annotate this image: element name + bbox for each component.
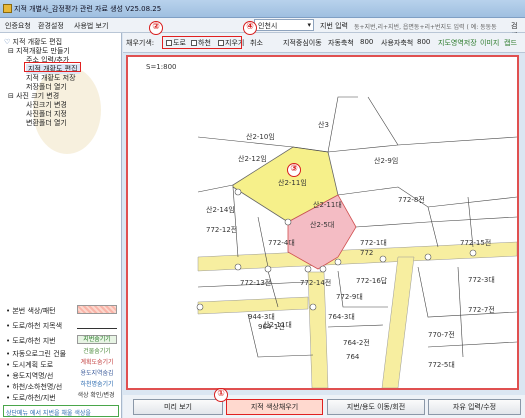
road-band-vertical bbox=[307, 271, 329, 389]
map-scale-label: S=1:800 bbox=[146, 63, 176, 71]
swatch-road-lot[interactable]: 지번숨기기 bbox=[77, 335, 117, 344]
legend-zoning: • 용도지역명/선 bbox=[6, 372, 54, 380]
image-button[interactable]: 이미지 bbox=[480, 38, 499, 48]
fill-color-label: 채우기색: bbox=[126, 39, 155, 47]
chevron-down-icon: ▾ bbox=[307, 21, 311, 29]
region-select-value: 인천시 bbox=[258, 22, 278, 30]
parcel-label: 764 bbox=[346, 353, 360, 361]
legend-plan-road: • 도시계획 도로 bbox=[6, 361, 54, 369]
parcel-label: 764-3대 bbox=[328, 313, 355, 321]
parcel-label: 772-14전 bbox=[300, 278, 331, 287]
tree-convert-folder[interactable]: 변환폴더 열기 bbox=[26, 118, 67, 128]
preview-button[interactable]: 미리 보기 bbox=[133, 399, 223, 415]
swatch-zoning[interactable]: 용도지역숨김 bbox=[77, 370, 117, 379]
legend-road-color: • 도로/하천 지목색 bbox=[6, 322, 63, 330]
menu-bar: 인증요청 환경설정 사용법 보기 인천시 ▾ 지번 입력 동+지번,리+지번, … bbox=[0, 18, 525, 40]
user-scale-value[interactable]: 800 bbox=[417, 38, 430, 46]
annotation-2: ② bbox=[149, 21, 163, 35]
parcel-label: 944-3대 bbox=[248, 313, 275, 321]
menu-auth[interactable]: 인증요청 bbox=[5, 21, 31, 31]
sidebar: ♡ 지적 개황도 편집 ⊟ 지적개황도 만들기 주소 입력/추가 지적 개황도 … bbox=[0, 33, 122, 418]
window-title: 지적 개별사_감정평가 관련 자료 생성 V25.08.25 bbox=[14, 5, 162, 13]
parcel-label: 772-3대 bbox=[468, 276, 495, 284]
capture-button[interactable]: 캡드 bbox=[504, 38, 517, 48]
parcel-label: 772-15전 bbox=[460, 238, 491, 247]
parcel-label: 772-4대 bbox=[268, 239, 295, 247]
parcel-label: 770-7전 bbox=[428, 330, 455, 339]
parcel-label: 772-5대 bbox=[428, 361, 455, 369]
swatch-plan-road[interactable]: 계획도숨기기 bbox=[77, 359, 117, 368]
parcel-label: 산2-12임 bbox=[238, 154, 267, 163]
parcel-label: 산2-5대 bbox=[310, 220, 334, 229]
checks-highlight-box bbox=[162, 36, 242, 49]
menu-settings[interactable]: 환경설정 bbox=[38, 21, 64, 31]
parcel-label: 772-12전 bbox=[206, 225, 237, 234]
cadastral-map[interactable]: S=1:800 산3 산2-10임 산2-11임 산2-9임 산2-12임 산2… bbox=[128, 57, 518, 389]
parcel-label: 산2-11대 bbox=[313, 200, 342, 209]
annotation-4: ④ bbox=[243, 21, 257, 35]
parcel-label: 772-13전 bbox=[240, 278, 271, 287]
legend-road-lot: • 도로/하천 지번 bbox=[6, 337, 56, 345]
annotation-1: ① bbox=[214, 388, 228, 402]
fill-color-button[interactable]: 지적 색상채우기 bbox=[226, 399, 323, 415]
cancel-button[interactable]: 취소 bbox=[250, 38, 263, 48]
user-scale-label: 사용자축척 bbox=[381, 39, 414, 47]
parcel-label: 산2-14임 bbox=[206, 205, 235, 214]
swatch-main-color[interactable] bbox=[77, 305, 117, 314]
edit-toolbar: 채우기색: 도로 하천 지우기 취소 지적중심이동 자동축척 800 사용자축척… bbox=[123, 33, 525, 53]
swatch-river[interactable]: 하천명숨기기 bbox=[77, 381, 117, 390]
region-select[interactable]: 인천시 ▾ bbox=[254, 19, 314, 31]
center-move-button[interactable]: 지적중심이동 bbox=[283, 38, 322, 48]
hint-text: 상단메뉴 에서 지번을 채울 색상을 bbox=[3, 405, 119, 417]
annotation-3: ③ bbox=[287, 163, 301, 177]
bottom-bar: 미리 보기 지적 색상채우기 지번/용도 이동/회전 자유 입력/수정 bbox=[123, 395, 525, 418]
parcel-label: 산2-9임 bbox=[374, 156, 398, 165]
swatch-road-color[interactable] bbox=[77, 320, 117, 329]
parcel-label: 산2-11대 bbox=[263, 320, 292, 329]
parcel-label: 764-2전 bbox=[343, 338, 370, 347]
address-label: 지번 입력 bbox=[320, 22, 348, 30]
parcel-label: 산2-11임 bbox=[278, 178, 307, 187]
parcel-label: 772-9대 bbox=[336, 293, 363, 301]
map-canvas[interactable]: S=1:800 산3 산2-10임 산2-11임 산2-9임 산2-12임 산2… bbox=[126, 55, 519, 390]
menu-help[interactable]: 사용법 보기 bbox=[74, 21, 108, 31]
color-confirm-button[interactable]: 색상 확인/변경 bbox=[74, 392, 118, 401]
zone-save-button[interactable]: 지도영역저장 bbox=[438, 38, 477, 48]
app-icon bbox=[3, 4, 12, 13]
address-input[interactable]: 동+지번,리+지번, 읍면동+리+번지도 입력 ( 예: 동동동 bbox=[354, 22, 509, 31]
road-band-lower bbox=[197, 296, 309, 315]
highlight-box bbox=[24, 62, 81, 72]
parcel-label: 772 bbox=[360, 249, 373, 257]
legend-road-river-lot: • 도로/하천/지번 bbox=[6, 394, 56, 402]
title-bar: 지적 개별사_감정평가 관련 자료 생성 V25.08.25 bbox=[0, 0, 525, 18]
legend-river: • 하천/소하천명/선 bbox=[6, 383, 63, 391]
parcel-label: 772-7전 bbox=[468, 305, 495, 314]
parcel-label: 산3 bbox=[318, 120, 329, 129]
parcel-label: 산2-10임 bbox=[246, 132, 275, 141]
auto-scale-label: 자동축척 bbox=[328, 39, 354, 47]
swatch-building[interactable]: 건물숨기기 bbox=[77, 348, 117, 357]
tree-label: 지적개황도 만들기 bbox=[16, 47, 70, 55]
auto-scale-value[interactable]: 800 bbox=[360, 38, 373, 46]
tree-label: 사진 크기 변경 bbox=[16, 92, 60, 100]
legend-main-color: • 본번 색상/패턴 bbox=[6, 307, 56, 315]
tree-label: 지적 개황도 편집 bbox=[12, 38, 63, 46]
heart-icon: ♡ bbox=[4, 38, 11, 46]
parcel-label: 772-1대 bbox=[360, 239, 387, 247]
move-rotate-button[interactable]: 지번/용도 이동/회전 bbox=[327, 399, 425, 415]
legend-building: • 자동으로그린 건물 bbox=[6, 350, 67, 358]
parcel-label: 772-8전 bbox=[398, 195, 425, 204]
free-edit-button[interactable]: 자유 입력/수정 bbox=[428, 399, 521, 415]
parcel-label: 772-16답 bbox=[356, 276, 388, 285]
